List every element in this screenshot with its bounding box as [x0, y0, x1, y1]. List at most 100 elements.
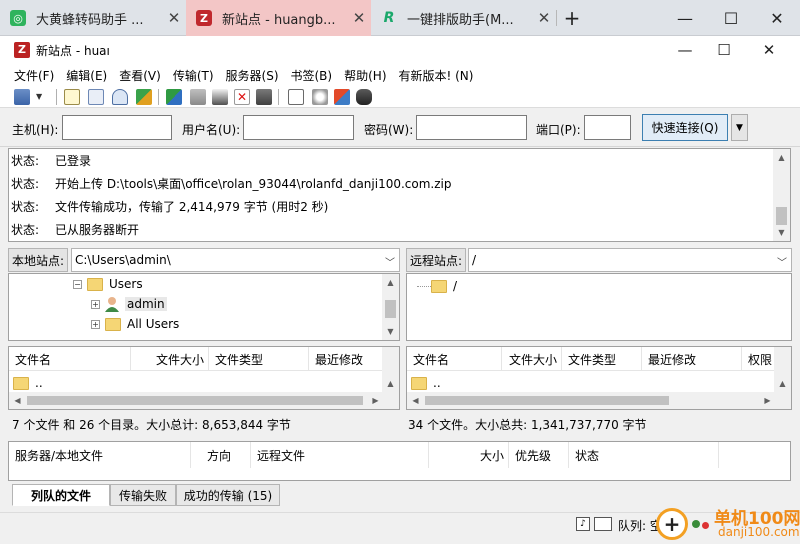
decoration-dot — [702, 522, 709, 529]
column-filetype[interactable]: 文件类型 — [562, 347, 642, 371]
scroll-up-icon[interactable]: ▲ — [382, 375, 399, 392]
scroll-up-icon[interactable]: ▲ — [774, 375, 791, 392]
app-maximize-button[interactable]: ☐ — [701, 36, 747, 64]
browser-tab-1[interactable]: ◎ 大黄蜂转码助手 ... ✕ — [0, 0, 186, 36]
refresh-icon[interactable] — [166, 89, 182, 105]
menu-edit[interactable]: 编辑(E) — [60, 67, 113, 84]
port-input[interactable] — [584, 115, 631, 140]
chevron-down-icon[interactable]: ﹀ — [385, 254, 395, 269]
encryption-icon: ♪ — [576, 517, 590, 531]
local-path-input[interactable]: C:\Users\admin\ ﹀ — [71, 248, 400, 272]
tab-failed-transfers[interactable]: 传输失败 — [110, 484, 176, 506]
local-list-scrollbar[interactable]: ▲ — [382, 347, 399, 409]
log-scrollbar[interactable]: ▲ ▼ — [773, 149, 790, 241]
queue-column-direction[interactable]: 方向 — [191, 442, 251, 468]
tab-label: 一键排版助手(M... — [407, 12, 514, 28]
port-label: 端口(P): — [536, 123, 581, 137]
scroll-thumb[interactable] — [425, 396, 669, 405]
remote-tree-icon[interactable] — [112, 89, 128, 105]
local-tree-scrollbar[interactable]: ▲ ▼ — [382, 274, 399, 340]
scroll-down-icon[interactable]: ▼ — [382, 323, 399, 340]
scroll-up-icon[interactable]: ▲ — [773, 149, 790, 166]
scroll-down-icon[interactable]: ▼ — [773, 224, 790, 241]
quickconnect-dropdown[interactable]: ▼ — [731, 114, 748, 141]
column-filesize[interactable]: 文件大小 — [502, 347, 562, 371]
host-input[interactable] — [62, 115, 172, 140]
scroll-thumb[interactable] — [385, 300, 396, 318]
filter-icon[interactable] — [288, 89, 304, 105]
column-filename[interactable]: 文件名 — [407, 347, 502, 371]
tree-item-all-users[interactable]: + All Users — [91, 314, 179, 334]
username-input[interactable] — [243, 115, 354, 140]
file-row[interactable]: .. — [411, 374, 441, 392]
message-log: 状态: 已登录 状态: 开始上传 D:\tools\桌面\office\rola… — [8, 148, 791, 242]
flag-icon[interactable] — [212, 89, 228, 105]
compare-icon[interactable] — [312, 89, 328, 105]
search-icon[interactable] — [356, 89, 372, 105]
username-label: 用户名(U): — [182, 123, 241, 137]
log-text: 已从服务器断开 — [55, 223, 140, 237]
browser-tab-strip: ◎ 大黄蜂转码助手 ... ✕ Z 新站点 - huangb... ✕ R 一键… — [0, 0, 800, 36]
maximize-button[interactable]: ☐ — [708, 0, 754, 36]
folder-icon — [411, 376, 427, 390]
menu-view[interactable]: 查看(V) — [113, 67, 167, 84]
new-tab-button[interactable]: + — [550, 0, 594, 36]
quickconnect-button[interactable]: 快速连接(Q) — [642, 114, 728, 141]
local-hscrollbar[interactable]: ◀ ▶ — [9, 392, 384, 409]
queue-column-remote[interactable]: 远程文件 — [251, 442, 429, 468]
minimize-button[interactable]: — — [662, 0, 708, 36]
column-filetype[interactable]: 文件类型 — [209, 347, 309, 371]
folder-icon — [87, 277, 103, 291]
browser-tab-2[interactable]: Z 新站点 - huangb... ✕ — [186, 0, 371, 36]
app-close-button[interactable]: ✕ — [746, 36, 792, 64]
queue-column-status[interactable]: 状态 — [569, 442, 719, 468]
collapse-icon[interactable]: − — [73, 279, 82, 289]
close-button[interactable]: ✕ — [754, 0, 800, 36]
column-modified[interactable]: 最近修改 — [642, 347, 742, 371]
close-icon[interactable]: ✕ — [162, 9, 186, 27]
tree-item-admin[interactable]: + admin — [91, 294, 167, 314]
tab-label: 新站点 - huangb... — [222, 12, 336, 28]
transfer-queue-icon[interactable] — [136, 89, 152, 105]
tree-item-users[interactable]: − Users — [73, 274, 143, 294]
scroll-thumb[interactable] — [27, 396, 363, 405]
tree-item-root[interactable]: / — [417, 276, 457, 296]
remote-path-input[interactable]: / ﹀ — [468, 248, 792, 272]
menu-server[interactable]: 服务器(S) — [220, 67, 285, 84]
app-icon: ◎ — [10, 10, 26, 26]
file-row[interactable]: .. — [13, 374, 43, 392]
process-queue-icon[interactable] — [190, 89, 206, 105]
scroll-thumb[interactable] — [776, 207, 787, 225]
local-site-bar: 本地站点: C:\Users\admin\ ﹀ — [8, 248, 400, 272]
column-filesize[interactable]: 文件大小 — [131, 347, 209, 371]
password-input[interactable] — [416, 115, 527, 140]
queue-column-local[interactable]: 服务器/本地文件 — [9, 442, 191, 468]
tab-successful-transfers[interactable]: 成功的传输 (15) — [176, 484, 280, 506]
expand-icon[interactable]: + — [91, 319, 100, 329]
scroll-left-icon[interactable]: ◀ — [9, 392, 26, 409]
chevron-down-icon[interactable]: ﹀ — [777, 254, 787, 269]
filezilla-icon: Z — [196, 10, 212, 26]
site-manager-icon[interactable] — [14, 89, 30, 105]
scroll-left-icon[interactable]: ◀ — [407, 392, 424, 409]
queue-column-size[interactable]: 大小 — [429, 442, 509, 468]
menu-transfer[interactable]: 传输(T) — [167, 67, 220, 84]
disconnect-icon[interactable] — [256, 89, 272, 105]
sync-browse-icon[interactable] — [334, 89, 350, 105]
tab-queued-files[interactable]: 列队的文件 — [12, 484, 110, 506]
menu-file[interactable]: 文件(F) — [8, 67, 60, 84]
remote-hscrollbar[interactable]: ◀ ▶ — [407, 392, 776, 409]
scroll-up-icon[interactable]: ▲ — [382, 274, 399, 291]
expand-icon[interactable]: + — [91, 299, 100, 309]
menu-new-version[interactable]: 有新版本! (N) — [393, 67, 480, 84]
close-icon[interactable]: ✕ — [347, 9, 371, 27]
menu-bookmarks[interactable]: 书签(B) — [285, 67, 339, 84]
queue-column-priority[interactable]: 优先级 — [509, 442, 569, 468]
remote-list-scrollbar[interactable]: ▲ — [774, 347, 791, 409]
message-log-icon[interactable] — [64, 89, 80, 105]
browser-tab-3[interactable]: R 一键排版助手(M... ✕ — [371, 0, 556, 36]
local-tree-icon[interactable] — [88, 89, 104, 105]
cancel-icon[interactable]: ✕ — [234, 89, 250, 105]
chevron-down-icon[interactable]: ▼ — [36, 89, 46, 105]
menu-help[interactable]: 帮助(H) — [338, 67, 392, 84]
